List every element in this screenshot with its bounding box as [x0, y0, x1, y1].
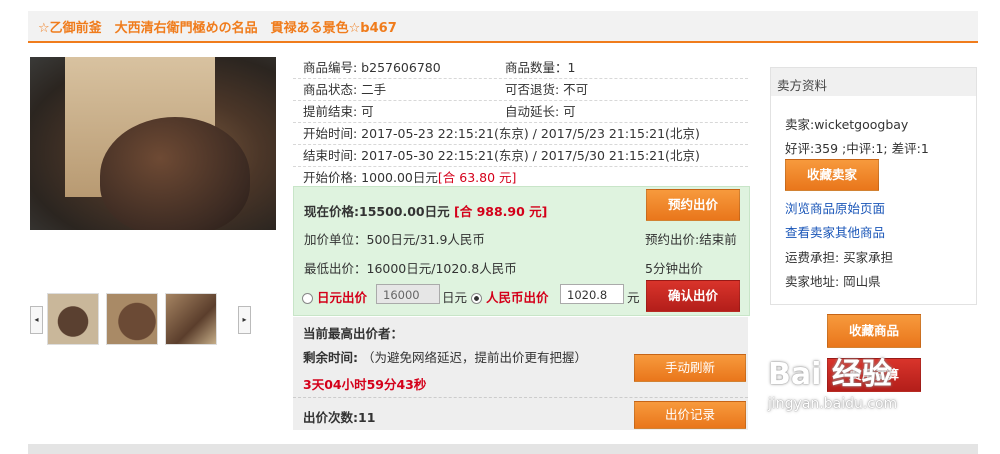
confirm-bid-button[interactable]: 确认出价	[646, 280, 740, 312]
info-row: 商品编号: b257606780 商品数量：1	[293, 57, 748, 79]
watermark-logo: Bai 经验	[768, 357, 892, 392]
baidu-watermark: Bai 经验 jingyan.baidu.com	[768, 357, 898, 413]
divider	[293, 397, 748, 398]
item-returnable: 可否退货: 不可	[505, 82, 589, 97]
title-bar: ☆乙御前釜 大西清右衛門極めの名品 貫禄ある景色☆b467	[28, 11, 978, 43]
bid-count: 出价次数:11	[303, 410, 376, 425]
seller-rating: 好评:359 ;中评:1; 差评:1	[785, 141, 929, 156]
prev-arrow-icon[interactable]: ◂	[30, 306, 43, 334]
yen-bid-label: 日元出价	[317, 290, 368, 305]
info-row: 商品状态: 二手 可否退货: 不可	[293, 79, 748, 101]
thumbnail-strip: ◂ ▸	[30, 291, 251, 347]
rmb-bid-input[interactable]: 1020.8	[560, 284, 624, 304]
seller-other-items-link[interactable]: 查看卖家其他商品	[785, 222, 885, 241]
top-bidder: 当前最高出价者：	[303, 326, 404, 341]
seller-panel: 卖方资料 卖家:wicketgoogbay 好评:359 ;中评:1; 差评:1…	[770, 67, 977, 305]
reserve-status: 预约出价:结束前	[645, 232, 737, 247]
item-info-table: 商品编号: b257606780 商品数量：1 商品状态: 二手 可否退货: 不…	[293, 57, 748, 188]
info-row: 开始价格: 1000.00日元[合 63.80 元]	[293, 167, 748, 188]
shipping-info: 运费承担: 买家承担	[785, 250, 894, 265]
bid-window: 5分钟出价	[645, 261, 703, 276]
info-row: 结束时间: 2017-05-30 22:15:21(东京) / 2017/5/3…	[293, 145, 748, 167]
current-price-rmb: [合 988.90 元]	[454, 204, 548, 219]
current-price: 现在价格:15500.00日元	[304, 204, 450, 219]
early-end: 提前结束: 可	[303, 104, 374, 119]
bid-status-panel: 当前最高出价者： 剩余时间: （为避免网络延迟，提前出价更有把握） 3天04小时…	[293, 317, 748, 430]
seller-header-label: 卖方资料	[777, 78, 828, 93]
thumbnail-3[interactable]	[165, 293, 217, 345]
info-row: 开始时间: 2017-05-23 22:15:21(东京) / 2017/5/2…	[293, 123, 748, 145]
info-row: 提前结束: 可 自动延长: 可	[293, 101, 748, 123]
bid-history-button[interactable]: 出价记录	[634, 401, 746, 429]
next-arrow-icon[interactable]: ▸	[238, 306, 251, 334]
iron-kettle-image	[100, 117, 250, 230]
seller-header: 卖方资料	[771, 68, 976, 96]
item-title: ☆乙御前釜 大西清右衛門極めの名品 貫禄ある景色☆b467	[38, 21, 397, 36]
remaining-note: （为避免网络延迟，提前出价更有把握）	[361, 350, 587, 365]
item-quantity: 商品数量：1	[505, 60, 576, 75]
start-time: 开始时间: 2017-05-23 22:15:21(东京) / 2017/5/2…	[303, 126, 700, 141]
seller-name: 卖家:wicketgoogbay	[785, 117, 909, 132]
end-time: 结束时间: 2017-05-30 22:15:21(东京) / 2017/5/3…	[303, 148, 700, 163]
item-number: 商品编号: b257606780	[303, 60, 441, 75]
start-price: 开始价格: 1000.00日元	[303, 170, 438, 185]
yen-unit: 日元	[442, 290, 468, 305]
remaining-time-label: 剩余时间:	[303, 350, 358, 365]
yen-bid-input[interactable]: 16000	[376, 284, 440, 304]
rmb-radio[interactable]	[471, 293, 482, 304]
start-price-rmb: [合 63.80 元]	[437, 170, 517, 185]
footer-bar	[28, 444, 978, 454]
item-condition: 商品状态: 二手	[303, 82, 387, 97]
watermark-url: jingyan.baidu.com	[768, 396, 898, 412]
rmb-bid-label: 人民币出价	[486, 290, 549, 305]
auto-extend: 自动延长: 可	[505, 104, 576, 119]
main-product-photo[interactable]	[30, 57, 276, 230]
thumbnail-2[interactable]	[106, 293, 158, 345]
bid-increment: 加价单位：500日元/31.9人民币	[304, 232, 485, 247]
countdown-timer: 3天04小时59分43秒	[303, 377, 427, 392]
seller-location: 卖家地址: 岡山県	[785, 274, 881, 289]
refresh-button[interactable]: 手动刷新	[634, 354, 746, 382]
yen-radio[interactable]	[302, 293, 313, 304]
reserve-bid-button[interactable]: 预约出价	[646, 189, 740, 221]
minimum-bid: 最低出价：16000日元/1020.8人民币	[304, 261, 517, 276]
favorite-seller-button[interactable]: 收藏卖家	[785, 159, 879, 191]
thumbnail-1[interactable]	[47, 293, 99, 345]
price-panel: 现在价格:15500.00日元 [合 988.90 元] 预约出价 加价单位：5…	[293, 186, 750, 316]
rmb-unit: 元	[627, 290, 640, 305]
view-original-link[interactable]: 浏览商品原始页面	[785, 198, 885, 217]
favorite-item-button[interactable]: 收藏商品	[827, 314, 921, 348]
